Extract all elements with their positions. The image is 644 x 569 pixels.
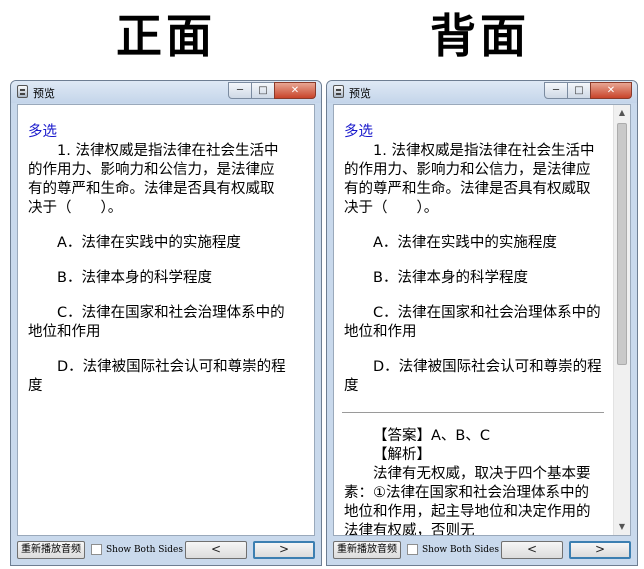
front-preview-window: 预览 ─ □ ✕ 多选 1. 法律权威是指法律在社会生活中的作用力、影响力和公信… (10, 80, 322, 566)
option-c: C．法律在国家和社会治理体系中的地位和作用 (344, 305, 601, 340)
vertical-scrollbar[interactable]: ▲ ▼ (613, 105, 630, 535)
card-content: 多选 1. 法律权威是指法律在社会生活中的作用力、影响力和公信力，是法律应有的尊… (17, 104, 315, 536)
option-a: A．法律在实践中的实施程度 (57, 235, 241, 251)
option-d: D．法律被国际社会认可和尊崇的程度 (28, 359, 286, 394)
window-title: 预览 (33, 87, 55, 100)
replay-audio-button[interactable]: 重新播放音频 (333, 541, 401, 559)
bottom-bar: 重新播放音频 Show Both Sides < > (17, 539, 315, 561)
maximize-icon[interactable]: □ (251, 82, 275, 99)
back-preview-window: 预览 ─ □ ✕ 多选 1. 法律权威是指法律在社会生活中的作用力、影响力和公信… (326, 80, 638, 566)
prev-button[interactable]: < (185, 541, 247, 559)
option-d: D．法律被国际社会认可和尊崇的程度 (344, 359, 602, 394)
window-controls: ─ □ ✕ (544, 82, 632, 99)
replay-audio-button[interactable]: 重新播放音频 (17, 541, 85, 559)
scroll-up-icon[interactable]: ▲ (614, 105, 630, 121)
answer-line: 【答案】A、B、C (373, 428, 490, 444)
option-b: B．法律本身的科学程度 (373, 270, 528, 286)
bottom-bar: 重新播放音频 Show Both Sides < > (333, 539, 631, 561)
show-both-label: Show Both Sides (422, 544, 500, 555)
front-heading: 正面 (116, 9, 216, 63)
option-a: A．法律在实践中的实施程度 (373, 235, 557, 251)
close-icon[interactable]: ✕ (274, 82, 316, 99)
question-type: 多选 (344, 124, 373, 140)
close-icon[interactable]: ✕ (590, 82, 632, 99)
show-both-sides[interactable]: Show Both Sides (91, 544, 183, 555)
title-bar[interactable]: 预览 ─ □ ✕ (327, 81, 637, 103)
minimize-icon[interactable]: ─ (544, 82, 568, 99)
minimize-icon[interactable]: ─ (228, 82, 252, 99)
back-heading: 背面 (430, 9, 530, 63)
title-bar[interactable]: 预览 ─ □ ✕ (11, 81, 321, 103)
next-button[interactable]: > (253, 541, 315, 559)
app-icon (17, 85, 28, 98)
maximize-icon[interactable]: □ (567, 82, 591, 99)
window-title: 预览 (349, 87, 371, 100)
question-type: 多选 (28, 124, 57, 140)
option-c: C．法律在国家和社会治理体系中的地位和作用 (28, 305, 285, 340)
show-both-label: Show Both Sides (106, 544, 184, 555)
show-both-checkbox[interactable] (91, 544, 102, 555)
explanation-title: 【解析】 (373, 447, 431, 463)
scroll-thumb[interactable] (617, 123, 627, 365)
show-both-sides[interactable]: Show Both Sides (407, 544, 499, 555)
card-content[interactable]: 多选 1. 法律权威是指法律在社会生活中的作用力、影响力和公信力，是法律应有的尊… (333, 104, 631, 536)
question-stem: 1. 法律权威是指法律在社会生活中的作用力、影响力和公信力，是法律应有的尊严和生… (344, 143, 595, 216)
option-b: B．法律本身的科学程度 (57, 270, 212, 286)
answer-divider (342, 412, 604, 413)
show-both-checkbox[interactable] (407, 544, 418, 555)
next-button[interactable]: > (569, 541, 631, 559)
window-controls: ─ □ ✕ (228, 82, 316, 99)
scroll-down-icon[interactable]: ▼ (614, 519, 630, 535)
explanation-text: 法律有无权威，取决于四个基本要素：①法律在国家和社会治理体系中的地位和作用，起主… (344, 466, 591, 536)
prev-button[interactable]: < (501, 541, 563, 559)
question-stem: 1. 法律权威是指法律在社会生活中的作用力、影响力和公信力，是法律应有的尊严和生… (28, 143, 279, 216)
app-icon (333, 85, 344, 98)
